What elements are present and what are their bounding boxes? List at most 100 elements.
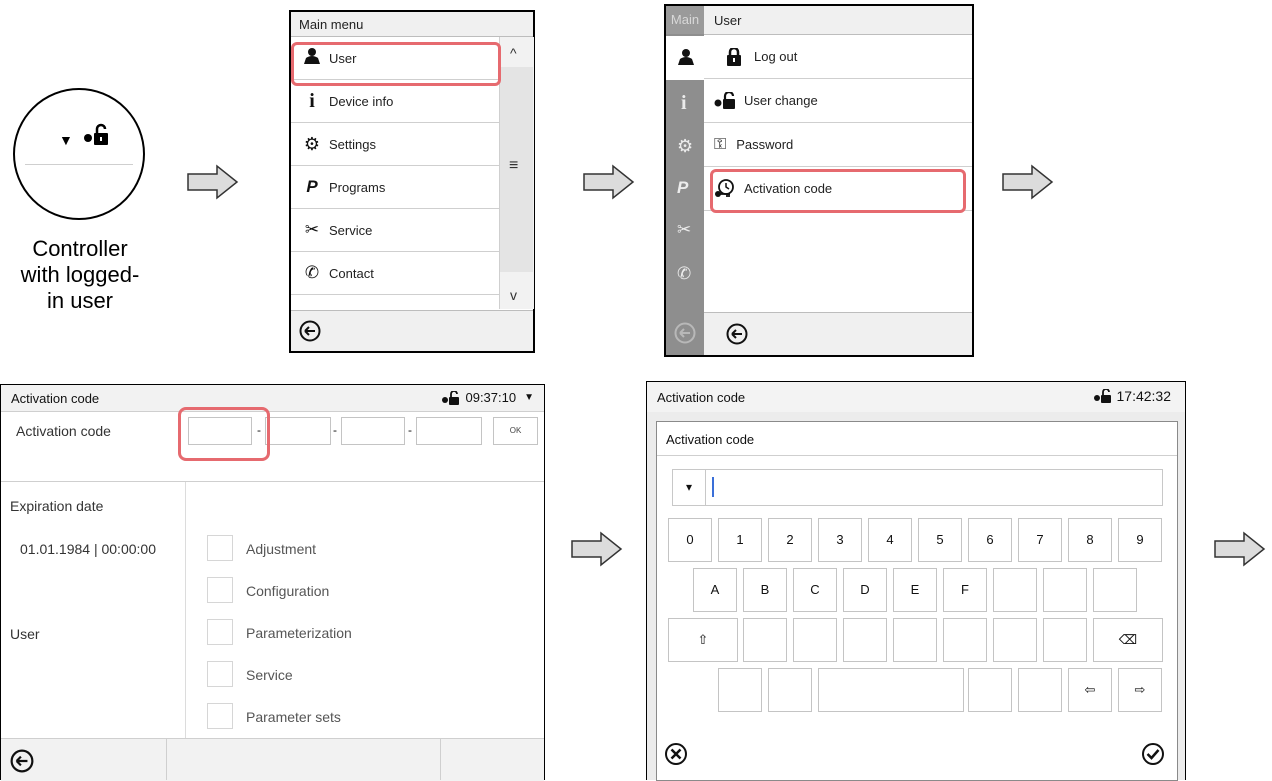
key-7[interactable]: 7	[1018, 518, 1062, 562]
cancel-icon[interactable]	[664, 742, 688, 766]
back-icon[interactable]	[10, 749, 34, 773]
checkbox-parameterization[interactable]	[207, 619, 233, 645]
key-blank[interactable]	[1018, 668, 1062, 712]
menu-item-device-info[interactable]: i Device info	[291, 80, 499, 123]
key-c[interactable]: C	[793, 568, 837, 612]
checkbox-configuration[interactable]	[207, 577, 233, 603]
key-a[interactable]: A	[693, 568, 737, 612]
checkbox-parameter-sets[interactable]	[207, 703, 233, 729]
key-0[interactable]: 0	[668, 518, 712, 562]
menu-item-log-out[interactable]: Log out	[704, 35, 972, 79]
gears-icon: ⚙	[303, 133, 321, 154]
main-menu-footer	[291, 310, 533, 351]
flow-arrow-icon	[583, 164, 635, 200]
padlock-icon	[727, 47, 741, 66]
key-blank[interactable]	[1043, 568, 1087, 612]
user-change-icon	[714, 91, 735, 109]
key-blank[interactable]	[993, 618, 1037, 662]
key-blank[interactable]	[893, 618, 937, 662]
expiration-value: 01.01.1984 | 00:00:00	[20, 541, 156, 557]
highlight-code-field	[178, 407, 270, 461]
menu-item-service[interactable]: ✂ Service	[291, 209, 499, 252]
code-field-4[interactable]	[416, 417, 482, 445]
user-label: User	[10, 626, 40, 642]
input-mode-dropdown[interactable]: ▾	[672, 469, 706, 506]
main-sidebar: Main i ⚙ P ✂ ✆	[666, 6, 704, 355]
column-divider	[185, 482, 186, 738]
key-5[interactable]: 5	[918, 518, 962, 562]
screen-header: Activation code 09:37:10 ▼	[1, 385, 544, 412]
key-2[interactable]: 2	[768, 518, 812, 562]
flow-arrow-icon	[187, 164, 239, 200]
clock-time: 09:37:10	[465, 390, 517, 405]
back-icon[interactable]	[726, 323, 748, 345]
key-blank[interactable]	[1043, 618, 1087, 662]
programs-icon[interactable]: P	[677, 178, 688, 198]
key-blank[interactable]	[1093, 568, 1137, 612]
menu-item-password[interactable]: ⚿ Password	[704, 123, 972, 167]
flow-arrow-icon	[1214, 531, 1266, 567]
menu-item-contact[interactable]: ✆ Contact	[291, 252, 499, 295]
key-8[interactable]: 8	[1068, 518, 1112, 562]
phone-icon: ✆	[304, 263, 320, 282]
divider	[1, 481, 544, 482]
dropdown-arrow-icon[interactable]: ▼	[524, 392, 534, 403]
key-blank[interactable]	[718, 668, 762, 712]
key-f[interactable]: F	[943, 568, 987, 612]
clock-time: 17:42:32	[1116, 388, 1172, 404]
ok-button[interactable]: OK	[493, 417, 538, 445]
highlight-activation-code	[710, 169, 966, 213]
info-icon: i	[309, 89, 315, 112]
key-3[interactable]: 3	[818, 518, 862, 562]
cursor-left-key[interactable]: ⇦	[1068, 668, 1112, 712]
cursor-right-key[interactable]: ⇨	[1118, 668, 1162, 712]
confirm-icon[interactable]	[1141, 742, 1165, 766]
scroll-handle-icon[interactable]: ≡	[509, 157, 518, 175]
scroll-down-icon[interactable]: v	[510, 287, 517, 303]
code-label: Activation code	[16, 423, 111, 439]
key-d[interactable]: D	[843, 568, 887, 612]
checkbox-adjustment[interactable]	[207, 535, 233, 561]
key-6[interactable]: 6	[968, 518, 1012, 562]
highlight-user	[291, 42, 501, 86]
zoom-circle: ▼	[13, 88, 145, 220]
permission-label: Configuration	[246, 583, 330, 599]
screen-header: Activation code 17:42:32	[647, 382, 1185, 412]
activation-code-input[interactable]	[705, 469, 1163, 506]
user-icon[interactable]	[677, 48, 695, 66]
tools-icon[interactable]: ✂	[677, 220, 691, 240]
space-key[interactable]	[818, 668, 964, 712]
key-blank[interactable]	[993, 568, 1037, 612]
backspace-key[interactable]: ⌫	[1093, 618, 1163, 662]
tools-icon: ✂	[304, 220, 320, 239]
flow-arrow-icon	[571, 531, 623, 567]
main-menu-header: Main menu	[291, 12, 533, 37]
phone-icon[interactable]: ✆	[677, 264, 691, 284]
key-blank[interactable]	[968, 668, 1012, 712]
key-1[interactable]: 1	[718, 518, 762, 562]
info-icon[interactable]: i	[681, 92, 687, 115]
controller-caption: Controller with logged- in user	[20, 236, 140, 313]
scroll-up-icon[interactable]: ^	[510, 45, 517, 61]
key-b[interactable]: B	[743, 568, 787, 612]
user-login-icon	[442, 390, 460, 405]
key-blank[interactable]	[743, 618, 787, 662]
menu-item-user-change[interactable]: User change	[704, 79, 972, 123]
menu-scrollbar[interactable]: ^ ≡ v	[499, 37, 534, 309]
key-9[interactable]: 9	[1118, 518, 1162, 562]
menu-item-programs[interactable]: P Programs	[291, 166, 499, 209]
shift-key[interactable]: ⇧	[668, 618, 738, 662]
gears-icon[interactable]: ⚙	[677, 136, 693, 157]
key-blank[interactable]	[793, 618, 837, 662]
code-field-3[interactable]	[341, 417, 405, 445]
code-field-2[interactable]	[265, 417, 331, 445]
key-4[interactable]: 4	[868, 518, 912, 562]
back-icon[interactable]	[299, 320, 321, 342]
menu-item-settings[interactable]: ⚙ Settings	[291, 123, 499, 166]
user-login-icon	[84, 123, 108, 145]
key-blank[interactable]	[943, 618, 987, 662]
key-e[interactable]: E	[893, 568, 937, 612]
key-blank[interactable]	[768, 668, 812, 712]
checkbox-service[interactable]	[207, 661, 233, 687]
key-blank[interactable]	[843, 618, 887, 662]
